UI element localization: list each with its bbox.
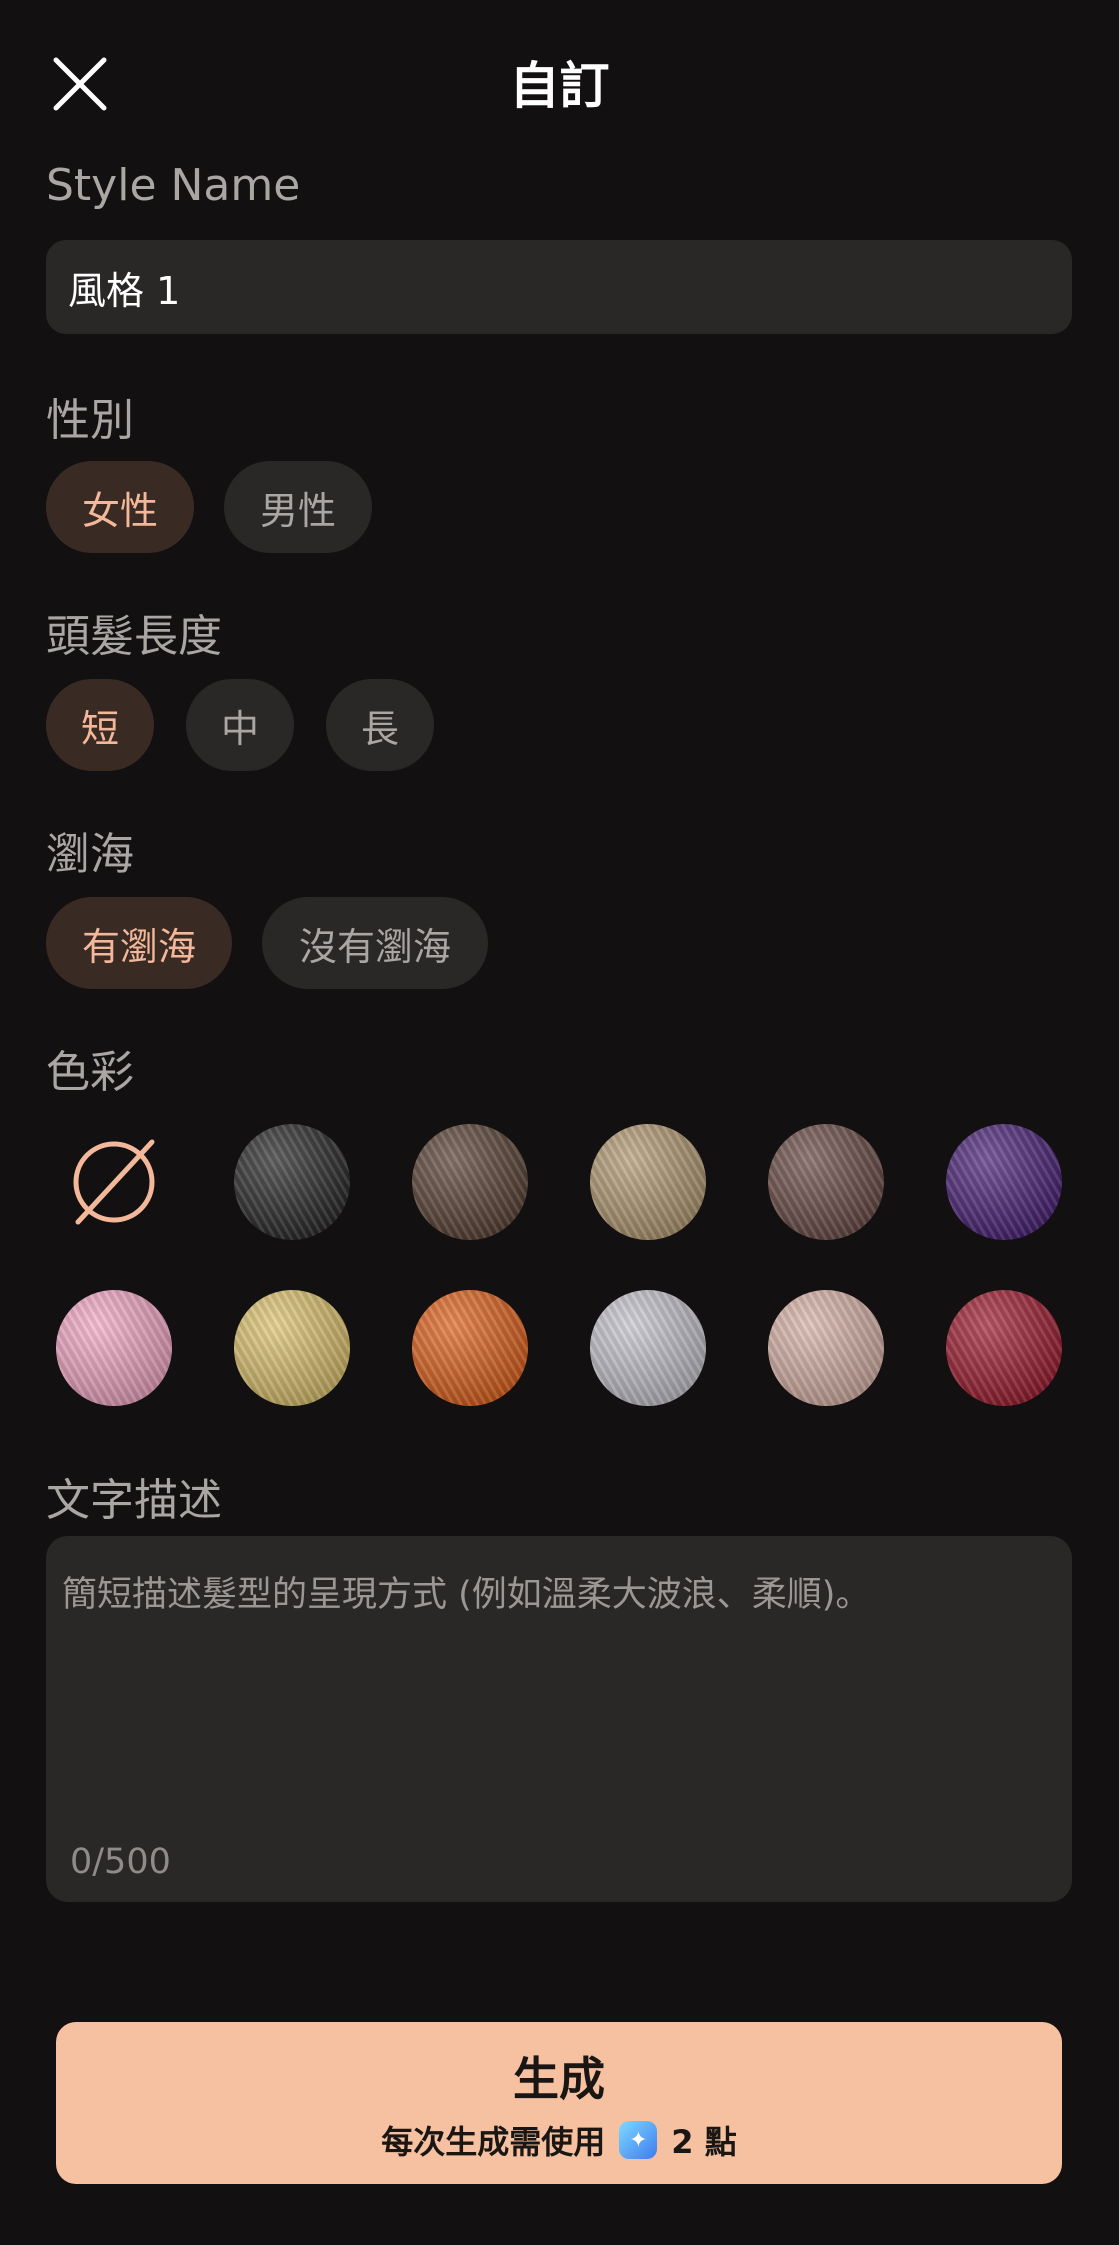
generate-cost-value: 2 點 [671, 2123, 737, 2161]
page-title: 自訂 [509, 57, 610, 115]
generate-cost: 每次生成需使用 ✦ 2 點 [381, 2117, 737, 2163]
generate-cost-prefix: 每次生成需使用 [381, 2123, 606, 2161]
color-swatch-pink[interactable] [56, 1290, 172, 1406]
no-color-icon [73, 1139, 155, 1225]
hair-length-options: 短 中 長 [46, 679, 434, 771]
gender-female-chip[interactable]: 女性 [46, 461, 194, 553]
color-swatch-ash-blonde[interactable] [590, 1124, 706, 1240]
color-swatch-orange[interactable] [412, 1290, 528, 1406]
color-none-swatch[interactable] [56, 1124, 172, 1240]
color-swatch-dark-brown[interactable] [412, 1124, 528, 1240]
color-swatch-rose-beige[interactable] [768, 1290, 884, 1406]
gender-label: 性別 [46, 395, 134, 446]
gender-options: 女性 男性 [46, 461, 372, 553]
bangs-options: 有瀏海 沒有瀏海 [46, 897, 488, 989]
bangs-no-chip[interactable]: 沒有瀏海 [262, 897, 488, 989]
generate-label: 生成 [513, 2052, 605, 2106]
color-swatch-golden-blonde[interactable] [234, 1290, 350, 1406]
length-medium-chip[interactable]: 中 [186, 679, 294, 771]
description-label: 文字描述 [46, 1475, 222, 1526]
bangs-label: 瀏海 [46, 829, 134, 880]
color-swatch-mauve-brown[interactable] [768, 1124, 884, 1240]
gem-icon: ✦ [619, 2121, 658, 2159]
description-placeholder: 簡短描述髮型的呈現方式 (例如溫柔大波浪、柔順)。 [62, 1575, 871, 1615]
color-swatch-burgundy[interactable] [946, 1290, 1062, 1406]
length-long-chip[interactable]: 長 [326, 679, 434, 771]
style-name-label: Style Name [46, 160, 301, 211]
bangs-yes-chip[interactable]: 有瀏海 [46, 897, 232, 989]
color-swatches [56, 1124, 1064, 1406]
color-swatch-purple[interactable] [946, 1124, 1062, 1240]
hair-length-label: 頭髮長度 [46, 611, 222, 662]
color-swatch-black[interactable] [234, 1124, 350, 1240]
length-short-chip[interactable]: 短 [46, 679, 154, 771]
character-counter: 0/500 [70, 1842, 171, 1882]
style-name-input[interactable] [46, 240, 1072, 334]
color-swatch-silver[interactable] [590, 1290, 706, 1406]
description-textarea[interactable]: 簡短描述髮型的呈現方式 (例如溫柔大波浪、柔順)。 0/500 [46, 1536, 1072, 1902]
header: 自訂 [0, 0, 1119, 160]
color-label: 色彩 [46, 1047, 134, 1098]
generate-button[interactable]: 生成 每次生成需使用 ✦ 2 點 [56, 2022, 1062, 2184]
gender-male-chip[interactable]: 男性 [224, 461, 372, 553]
